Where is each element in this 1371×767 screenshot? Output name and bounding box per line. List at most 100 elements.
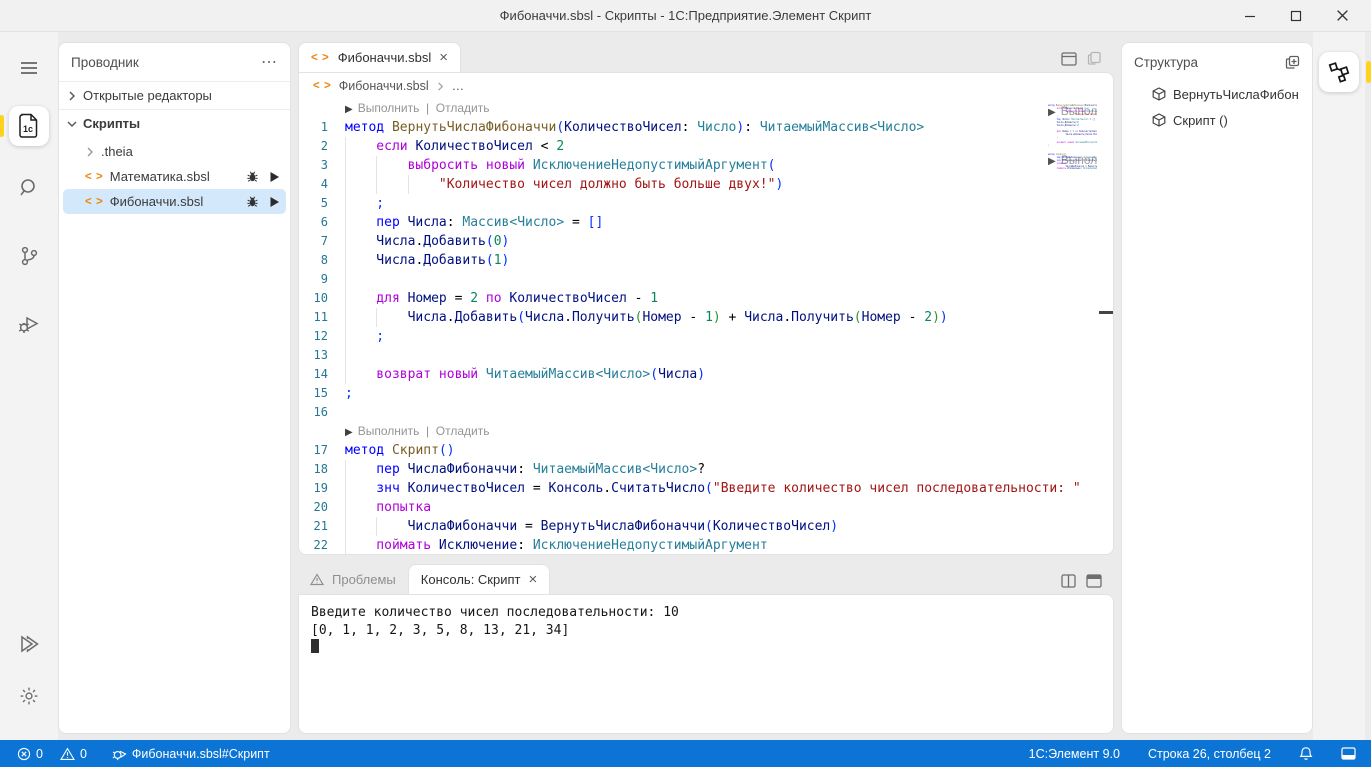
code-line-19[interactable]: 19знч КоличествоЧисел = Консоль.СчитатьЧ… [299, 479, 1113, 498]
errors-count: 0 [36, 747, 43, 761]
codelens-run-debug[interactable]: ▶Выполнить | Отладить [299, 422, 1113, 441]
run-panel-icon[interactable] [7, 622, 51, 666]
run-script-button[interactable] [269, 196, 280, 208]
title-bar: Фибоначчи.sbsl - Скрипты - 1С:Предприяти… [0, 0, 1371, 32]
structure-activity-button[interactable] [1319, 52, 1359, 92]
code-line-7[interactable]: 7Числа.Добавить(0) [299, 232, 1113, 251]
code-line-4[interactable]: 4"Количество чисел должно быть больше дв… [299, 175, 1113, 194]
run-script-icon [269, 171, 280, 183]
code-line-1[interactable]: 1метод ВернутьЧислаФибоначчи(КоличествоЧ… [299, 118, 1113, 137]
structure-panel: Структура ВернутьЧислаФибонСкрипт () [1121, 42, 1313, 734]
overview-ruler-cursor-mark [1099, 311, 1113, 314]
warnings-indicator[interactable]: 0 [55, 747, 92, 761]
file-tree-item--theia[interactable]: .theia [63, 139, 286, 164]
code-line-12[interactable]: 12; [299, 327, 1113, 346]
activity-bar-right [1313, 32, 1365, 740]
breadcrumb-separator [436, 82, 445, 91]
explorer-activity-button[interactable]: 1с [9, 106, 49, 146]
cursor-position[interactable]: Строка 26, столбец 2 [1143, 747, 1276, 761]
code-line-17[interactable]: 17метод Скрипт() [299, 441, 1113, 460]
maximize-button[interactable] [1277, 3, 1315, 29]
debug-run-icon [112, 747, 127, 761]
codelens-run-debug[interactable]: ▶Выполнить | Отладить [299, 99, 1113, 118]
code-line-22[interactable]: 22поймать Исключение: ИсключениеНедопуст… [299, 536, 1113, 554]
structure-item[interactable]: Скрипт () [1122, 107, 1312, 133]
error-icon [17, 747, 31, 761]
file-tree-item--sbsl[interactable]: < >Фибоначчи.sbsl [63, 189, 286, 214]
file-name: Фибоначчи.sbsl [110, 194, 203, 209]
code-line-21[interactable]: 21ЧислаФибоначчи = ВернутьЧислаФибоначчи… [299, 517, 1113, 536]
code-line-3[interactable]: 3выбросить новый ИсключениеНедопустимыйА… [299, 156, 1113, 175]
warning-icon [60, 747, 75, 761]
code-line-5[interactable]: 5; [299, 194, 1113, 213]
close-button[interactable] [1323, 3, 1361, 29]
code-line-16[interactable]: 16 [299, 403, 1113, 422]
console-label: Консоль: Скрипт [421, 572, 521, 587]
split-editor-icon[interactable] [1061, 52, 1077, 66]
structure-header-icon[interactable] [1285, 55, 1300, 70]
breadcrumb-more: … [452, 79, 465, 93]
1c-script-file-icon: 1с [18, 113, 40, 139]
code-line-10[interactable]: 10для Номер = 2 по КоличествоЧисел - 1 [299, 289, 1113, 308]
structure-item[interactable]: ВернутьЧислаФибон [1122, 81, 1312, 107]
debug-bug-icon [246, 195, 259, 208]
open-editors-section[interactable]: Открытые редакторы [59, 81, 290, 109]
settings-gear-icon[interactable] [7, 674, 51, 718]
run-script-button[interactable] [269, 171, 280, 183]
editor: < > Фибоначчи.sbsl … ▶Выполнить | Отлади… [298, 72, 1114, 555]
tab-problems[interactable]: Проблемы [298, 564, 408, 594]
source-control-icon[interactable] [7, 234, 51, 278]
script-file-icon: < > [313, 80, 332, 92]
code-line-2[interactable]: 2если КоличествоЧисел < 2 [299, 137, 1113, 156]
problems-label: Проблемы [332, 572, 396, 587]
code-editor[interactable]: ▶Выполнить | Отладить1метод ВернутьЧисла… [299, 99, 1113, 554]
file-name: .theia [101, 144, 133, 159]
run-target[interactable]: Фибоначчи.sbsl#Скрипт [107, 747, 275, 761]
code-line-20[interactable]: 20попытка [299, 498, 1113, 517]
panel-layout-icon[interactable] [1086, 574, 1102, 588]
debug-script-button[interactable] [246, 195, 259, 208]
script-file-icon: < > [311, 52, 330, 64]
code-line-15[interactable]: 15; [299, 384, 1113, 403]
breadcrumb[interactable]: < > Фибоначчи.sbsl … [299, 73, 1113, 99]
minimize-button[interactable] [1231, 3, 1269, 29]
file-tree-item--sbsl[interactable]: < >Математика.sbsl [63, 164, 286, 189]
open-editors-label: Открытые редакторы [83, 88, 212, 103]
code-line-11[interactable]: 11Числа.Добавить(Числа.Получить(Номер - … [299, 308, 1113, 327]
code-line-14[interactable]: 14возврат новый ЧитаемыйМассив<Число>(Чи… [299, 365, 1113, 384]
symbol-cube-icon [1152, 113, 1166, 127]
symbol-cube-icon [1152, 87, 1166, 101]
tab-console[interactable]: Консоль: Скрипт × [408, 564, 550, 594]
console-tab-close-icon[interactable]: × [528, 572, 537, 587]
code-line-8[interactable]: 8Числа.Добавить(1) [299, 251, 1113, 270]
explorer-title: Проводник [71, 55, 139, 70]
warnings-count: 0 [80, 747, 87, 761]
run-debug-icon[interactable] [7, 302, 51, 346]
code-line-18[interactable]: 18пер ЧислаФибоначчи: ЧитаемыйМассив<Чис… [299, 460, 1113, 479]
debug-script-button[interactable] [246, 170, 259, 183]
more-editors-icon[interactable] [1087, 51, 1102, 66]
explorer-more-icon[interactable]: ⋯ [261, 52, 278, 72]
status-bar: 0 0 Фибоначчи.sbsl#Скрипт 1С:Элемент 9.0… [0, 740, 1371, 767]
console-output[interactable]: Введите количество чисел последовательно… [298, 594, 1114, 734]
tab-fibonacci[interactable]: < > Фибоначчи.sbsl × [298, 42, 461, 72]
console-line: Введите количество чисел последовательно… [311, 604, 1101, 622]
errors-indicator[interactable]: 0 [12, 747, 48, 761]
code-line-9[interactable]: 9 [299, 270, 1113, 289]
panel-toggle-icon[interactable] [1336, 747, 1361, 760]
panel-tabstrip: Проблемы Консоль: Скрипт × [298, 564, 1114, 594]
split-panel-icon[interactable] [1061, 574, 1076, 588]
code-line-13[interactable]: 13 [299, 346, 1113, 365]
language-mode[interactable]: 1С:Элемент 9.0 [1024, 747, 1125, 761]
code-line-22: поймать Исключение: ИсключениеНедопустим… [1002, 168, 1097, 171]
menu-icon[interactable] [7, 46, 51, 90]
chevron-down-icon [67, 119, 77, 129]
chevron-right-icon [67, 91, 77, 101]
minimap[interactable]: ▶Выполнить | Отладитьметод ВернутьЧислаФ… [1002, 102, 1097, 554]
tab-close-icon[interactable]: × [439, 50, 448, 65]
active-indicator [1366, 61, 1371, 83]
search-icon[interactable] [7, 166, 51, 210]
workspace-section[interactable]: Скрипты [59, 109, 290, 137]
code-line-6[interactable]: 6пер Числа: Массив<Число> = [] [299, 213, 1113, 232]
notifications-bell-icon[interactable] [1294, 746, 1318, 761]
